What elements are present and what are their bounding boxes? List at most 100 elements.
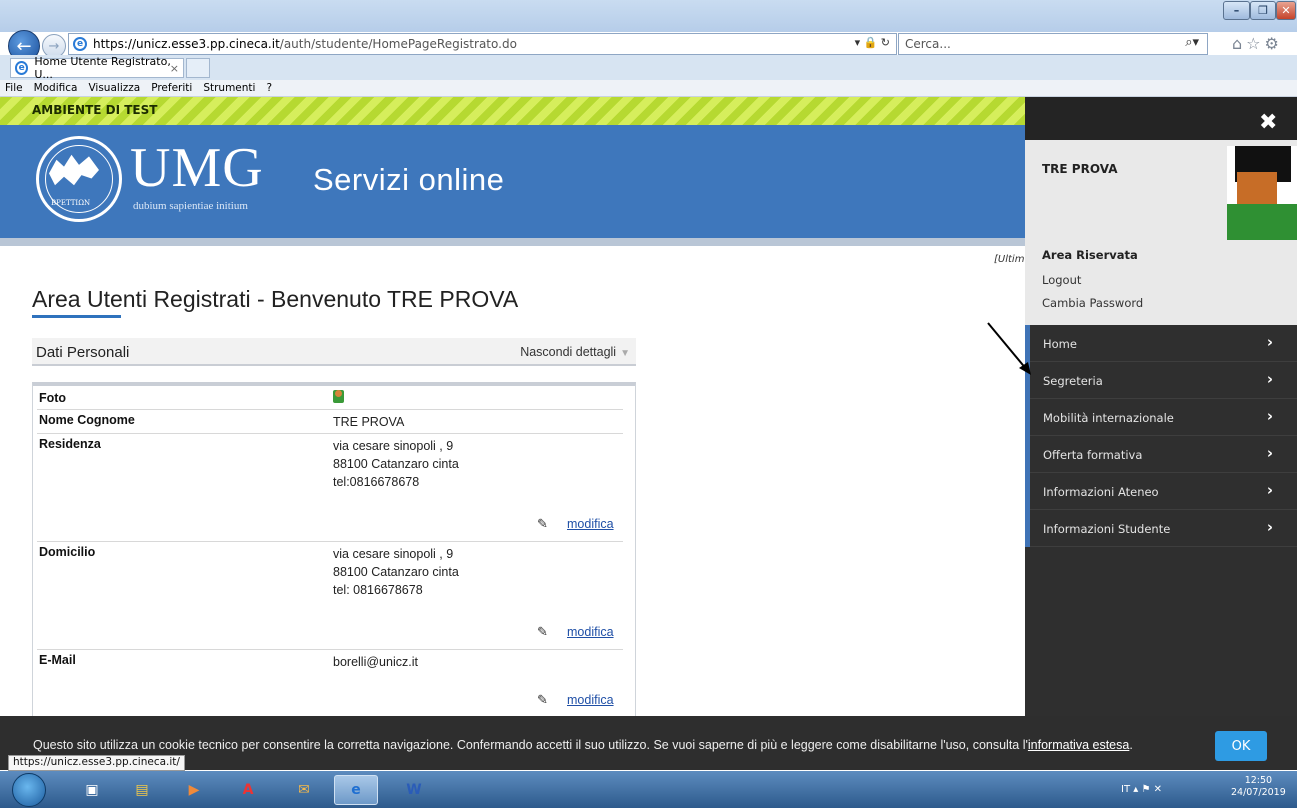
- menu-preferiti[interactable]: Preferiti: [151, 82, 192, 94]
- taskbar-media-icon[interactable]: ▶: [172, 775, 216, 805]
- address-tools-icons[interactable]: ▾ 🔒 ↻: [855, 36, 890, 49]
- seal-banner-text: BPETTIΩN: [51, 199, 91, 207]
- chevron-right-icon: ›: [1266, 444, 1273, 462]
- test-banner-label: AMBIENTE DI TEST: [32, 103, 158, 117]
- address-line: via cesare sinopoli , 9: [333, 547, 454, 561]
- browser-menubar: File Modifica Visualizza Preferiti Strum…: [0, 80, 1297, 97]
- row-value: via cesare sinopoli , 9 88100 Catanzaro …: [333, 545, 459, 599]
- system-clock[interactable]: 12:50 24/07/2019: [1231, 775, 1286, 799]
- menu-file[interactable]: File: [5, 82, 23, 94]
- last-access-text: [Ultim: [994, 254, 1025, 265]
- chevron-right-icon: ›: [1266, 481, 1273, 499]
- forward-arrow-icon: →: [48, 38, 60, 54]
- url-path: /auth/studente/HomePageRegistrato.do: [279, 37, 517, 51]
- search-input[interactable]: Cerca... ⌕▾: [898, 33, 1208, 55]
- language-indicator[interactable]: IT: [1121, 784, 1130, 795]
- edit-email-link[interactable]: modifica: [567, 693, 614, 707]
- taskbar-pdf-icon[interactable]: A: [226, 775, 270, 805]
- tab-ie-icon: e: [15, 61, 29, 75]
- menu-modifica[interactable]: Modifica: [34, 82, 78, 94]
- tab-title: Home Utente Registrato, U...: [34, 55, 171, 81]
- menu-strumenti[interactable]: Strumenti: [203, 82, 255, 94]
- avatar-face: [1237, 172, 1277, 206]
- hide-details-toggle[interactable]: Nascondi dettagli ▼: [520, 345, 630, 359]
- cookie-ok-button[interactable]: OK: [1215, 731, 1267, 761]
- edit-icon[interactable]: ✎: [537, 516, 548, 532]
- menu-help[interactable]: ?: [266, 82, 272, 94]
- status-url-tooltip: https://unicz.esse3.pp.cineca.it/: [8, 755, 185, 771]
- edit-icon[interactable]: ✎: [537, 692, 548, 708]
- table-row: Foto: [37, 388, 623, 410]
- taskbar-ie-icon[interactable]: e: [334, 775, 378, 805]
- change-password-link[interactable]: Cambia Password: [1042, 296, 1143, 310]
- new-tab-button[interactable]: [186, 58, 210, 78]
- sidebar-item-home[interactable]: Home ›: [1030, 325, 1297, 362]
- maximize-button[interactable]: ❐: [1250, 1, 1276, 20]
- personal-data-section-header: Dati Personali Nascondi dettagli ▼: [32, 338, 636, 366]
- personal-data-table: Foto Nome Cognome TRE PROVA Residenza vi…: [32, 382, 636, 717]
- hide-details-label: Nascondi dettagli: [520, 345, 617, 359]
- side-menu-topbar: [1025, 97, 1297, 140]
- university-seal-logo[interactable]: BPETTIΩN: [36, 136, 122, 222]
- row-label: E-Mail: [39, 653, 76, 667]
- row-label: Residenza: [39, 437, 101, 451]
- window-close-button[interactable]: ✕: [1276, 1, 1296, 20]
- back-arrow-icon: ←: [16, 35, 32, 57]
- address-line: 88100 Catanzaro cinta: [333, 565, 459, 579]
- chevron-right-icon: ›: [1266, 407, 1273, 425]
- row-value: borelli@unicz.it: [333, 655, 418, 669]
- menu-visualizza[interactable]: Visualizza: [88, 82, 140, 94]
- avatar: [1227, 146, 1297, 240]
- tab-close-icon[interactable]: ×: [170, 62, 179, 75]
- cookie-message: Questo sito utilizza un cookie tecnico p…: [33, 738, 1028, 752]
- url-domain: cineca.it: [229, 37, 280, 51]
- start-button[interactable]: [12, 773, 46, 807]
- minimize-button[interactable]: –: [1223, 1, 1250, 20]
- browser-tab[interactable]: e Home Utente Registrato, U... ×: [10, 55, 184, 81]
- edit-icon[interactable]: ✎: [537, 624, 548, 640]
- chevron-right-icon: ›: [1266, 518, 1273, 536]
- sidebar-item-segreteria[interactable]: Segreteria ›: [1030, 362, 1297, 399]
- reserved-area-title: Area Riservata: [1042, 248, 1138, 262]
- site-title: Servizi online: [313, 162, 505, 197]
- header-divider: [0, 238, 1025, 246]
- photo-thumbnail-icon[interactable]: [333, 390, 344, 403]
- table-row: Nome Cognome TRE PROVA: [37, 410, 623, 434]
- phone-line: tel:0816678678: [333, 475, 420, 489]
- table-row: E-Mail borelli@unicz.it ✎ modifica: [37, 650, 623, 716]
- close-menu-icon[interactable]: ✖: [1259, 110, 1277, 135]
- edit-domicilio-link[interactable]: modifica: [567, 625, 614, 639]
- edit-residenza-link[interactable]: modifica: [567, 517, 614, 531]
- taskbar-explorer-icon[interactable]: ▤: [120, 775, 164, 805]
- taskbar-desktop-icon[interactable]: ▣: [70, 775, 114, 805]
- url-prefix: https://unicz.esse3.pp.: [93, 37, 230, 51]
- sidebar-item-info-studente[interactable]: Informazioni Studente ›: [1030, 510, 1297, 547]
- chevron-right-icon: ›: [1266, 333, 1273, 351]
- sidebar-item-info-ateneo[interactable]: Informazioni Ateneo ›: [1030, 473, 1297, 510]
- row-label: Foto: [39, 391, 67, 405]
- system-tray[interactable]: IT ▴ ⚑ ✕: [1121, 784, 1162, 795]
- logout-link[interactable]: Logout: [1042, 273, 1081, 287]
- cookie-suffix: .: [1129, 738, 1133, 752]
- table-row: Residenza via cesare sinopoli , 9 88100 …: [37, 434, 623, 542]
- ie-page-icon: e: [73, 37, 87, 51]
- logo-text[interactable]: UMG: [130, 140, 264, 196]
- sidebar-item-mobilita[interactable]: Mobilità internazionale ›: [1030, 399, 1297, 436]
- chevron-right-icon: ›: [1266, 370, 1273, 388]
- search-icon[interactable]: ⌕▾: [1185, 35, 1199, 50]
- sidebar-item-label: Mobilità internazionale: [1043, 411, 1174, 425]
- test-environment-banner: AMBIENTE DI TEST: [0, 97, 1025, 125]
- sidebar-item-offerta[interactable]: Offerta formativa ›: [1030, 436, 1297, 473]
- taskbar-outlook-icon[interactable]: ✉: [282, 775, 326, 805]
- address-line: via cesare sinopoli , 9: [333, 439, 454, 453]
- cookie-policy-link[interactable]: informativa estesa: [1028, 738, 1129, 752]
- sidebar-item-label: Informazioni Studente: [1043, 522, 1171, 536]
- taskbar-word-icon[interactable]: W: [392, 775, 436, 805]
- sidebar-item-label: Informazioni Ateneo: [1043, 485, 1159, 499]
- address-line: 88100 Catanzaro cinta: [333, 457, 459, 471]
- browser-tool-icons[interactable]: ⌂☆⚙: [1232, 34, 1283, 53]
- address-bar[interactable]: e https://unicz.esse3.pp. cineca.it/auth/…: [68, 33, 897, 55]
- cookie-text: Questo sito utilizza un cookie tecnico p…: [33, 738, 1133, 752]
- section-title: Dati Personali: [36, 344, 130, 361]
- clock-time: 12:50: [1244, 775, 1273, 786]
